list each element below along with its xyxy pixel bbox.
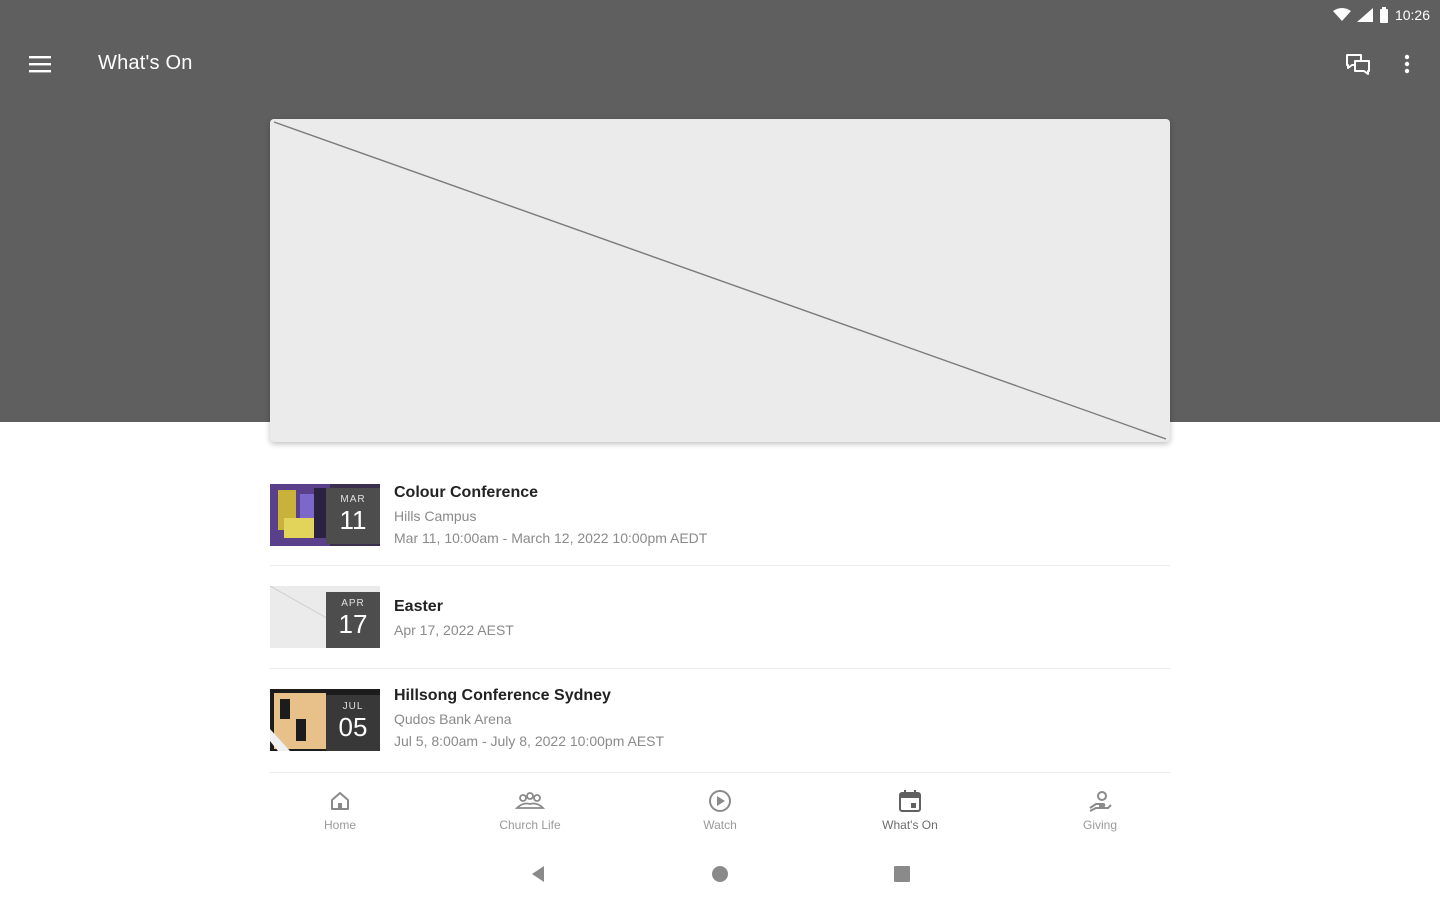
event-location: Hills Campus	[394, 508, 477, 524]
home-circle-icon	[712, 866, 728, 882]
featured-event-card[interactable]	[270, 119, 1170, 442]
battery-icon	[1379, 7, 1388, 23]
wifi-icon	[1332, 8, 1351, 21]
menu-button[interactable]	[22, 48, 58, 80]
list-item[interactable]: MAR 11 Colour Conference Hills Campus Ma…	[270, 466, 1170, 566]
signal-icon	[1356, 8, 1373, 22]
event-title: Colour Conference	[394, 484, 539, 501]
nav-watch-label: Watch	[703, 818, 737, 832]
event-month: JUL	[342, 701, 364, 712]
nav-giving-label: Giving	[1082, 818, 1117, 832]
event-month: MAR	[340, 494, 366, 505]
play-icon	[709, 790, 731, 812]
chat-button[interactable]	[1340, 48, 1376, 80]
event-dates: Mar 11, 10:00am - March 12, 2022 10:00pm…	[394, 530, 708, 546]
status-time: 10:26	[1394, 7, 1430, 23]
nav-home-label: Home	[323, 818, 356, 832]
hamburger-menu-icon	[29, 56, 51, 73]
event-dates: Jul 5, 8:00am - July 8, 2022 10:00pm AES…	[394, 733, 665, 749]
page-title: What's On	[98, 52, 193, 74]
event-title: Easter	[394, 598, 443, 615]
nav-whats-on-label: What's On	[882, 818, 938, 832]
event-dates: Apr 17, 2022 AEST	[394, 622, 514, 638]
system-back-button[interactable]	[526, 862, 550, 886]
nav-church-life-label: Church Life	[499, 818, 561, 832]
placeholder-image: APR 17	[270, 586, 380, 648]
people-icon	[515, 792, 545, 809]
event-day: 05	[338, 712, 368, 742]
back-icon	[532, 866, 544, 882]
hillsong-conference-image: JUL 05	[270, 689, 380, 751]
colour-conference-image: MAR 11	[270, 484, 380, 546]
nav-whats-on[interactable]: What's On	[815, 788, 1005, 844]
placeholder-image	[273, 121, 1167, 440]
home-icon	[331, 792, 349, 810]
event-title: Hillsong Conference Sydney	[394, 687, 611, 704]
system-navigation-bar	[0, 856, 1440, 890]
event-day: 17	[338, 609, 368, 639]
recents-icon	[894, 866, 910, 882]
list-item[interactable]: JUL 05 Hillsong Conference Sydney Qudos …	[270, 669, 1170, 773]
event-list: MAR 11 Colour Conference Hills Campus Ma…	[270, 466, 1170, 773]
calendar-icon	[899, 790, 921, 812]
toolbar: What's On	[0, 36, 1440, 92]
list-item[interactable]: APR 17 Easter Apr 17, 2022 AEST	[270, 566, 1170, 669]
chat-icon	[1346, 54, 1370, 75]
more-vert-icon	[1404, 54, 1410, 74]
nav-watch[interactable]: Watch	[625, 788, 815, 844]
more-options-button[interactable]	[1392, 48, 1422, 80]
event-location: Qudos Bank Arena	[394, 711, 512, 727]
status-bar: 10:26	[1332, 4, 1430, 26]
nav-church-life[interactable]: Church Life	[435, 788, 625, 844]
giving-icon	[1089, 791, 1112, 812]
event-month: APR	[341, 598, 365, 609]
nav-home[interactable]: Home	[245, 788, 435, 844]
event-day: 11	[339, 505, 367, 535]
bottom-navigation: Home Church Life Watch What's On Giving	[245, 788, 1195, 844]
system-home-button[interactable]	[708, 862, 732, 886]
nav-giving[interactable]: Giving	[1005, 788, 1195, 844]
system-recents-button[interactable]	[890, 862, 914, 886]
